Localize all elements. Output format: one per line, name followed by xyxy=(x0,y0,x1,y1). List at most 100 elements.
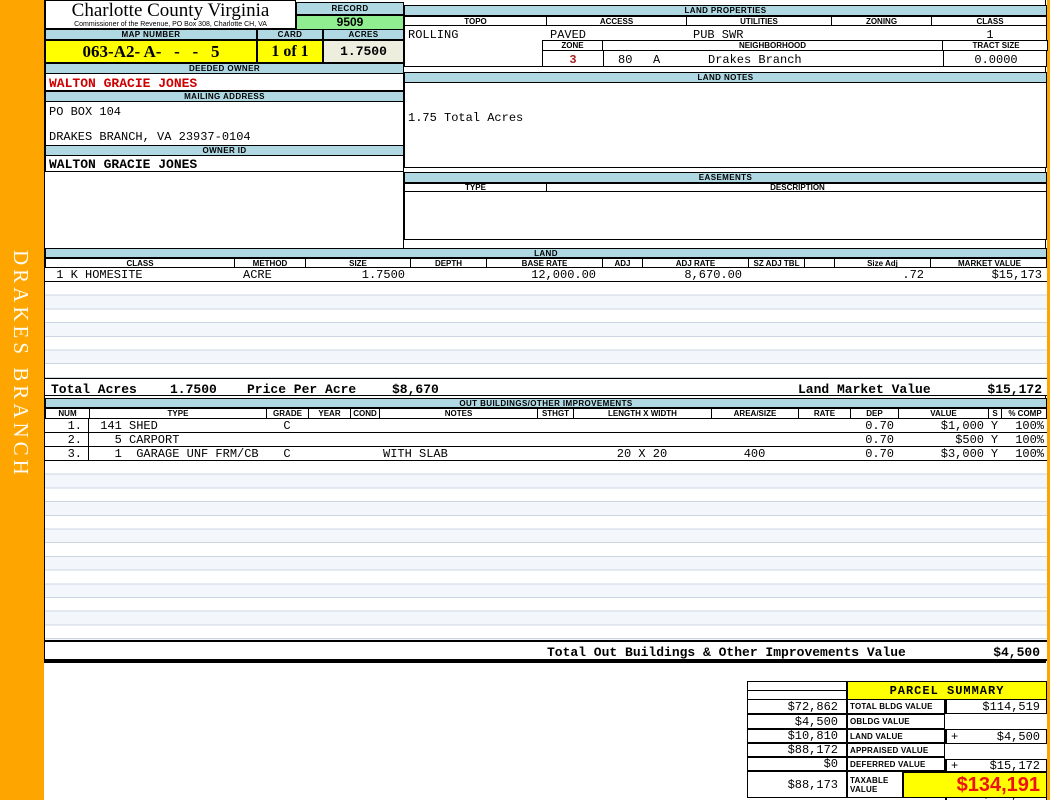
land-properties-headers: TOPO ACCESS UTILITIES ZONING CLASS xyxy=(404,16,1047,26)
ob1-dep: 0.70 xyxy=(865,419,894,433)
zone-col-header: ZONE xyxy=(543,41,603,50)
acres-label: ACRES xyxy=(323,29,404,40)
county-subtitle: Commissioner of the Revenue, PO Box 308,… xyxy=(74,21,267,28)
neighborhood-sub: A xyxy=(653,53,661,67)
land-class-value: 1 K HOMESITE xyxy=(49,267,143,282)
land-col-header-size: SIZE xyxy=(306,259,411,267)
land-col-header-blank xyxy=(805,259,835,267)
mailing-address-box: PO BOX 104 DRAKES BRANCH, VA 23937-0104 xyxy=(45,102,404,145)
ob1-comp: 100% xyxy=(1015,419,1044,433)
summary-prev-land: $10,810 xyxy=(747,729,847,743)
price-per-acre-value: $8,670 xyxy=(392,382,439,397)
land-market-value-total: $15,172 xyxy=(987,382,1042,397)
ob3-area: 400 xyxy=(743,447,766,461)
ob3-s: Y xyxy=(990,447,999,461)
land-totals-row: Total Acres 1.7500 Price Per Acre $8,670… xyxy=(45,378,1047,397)
zone-row-values: 3 80 A Drakes Branch 0.0000 xyxy=(542,51,1048,67)
ob3-notes: WITH SLAB xyxy=(383,447,448,461)
summary-prev-taxable: $88,173 xyxy=(747,771,847,798)
ob-col-header-num: NUM xyxy=(46,409,90,418)
land-properties-body: ROLLING PAVED PUB SWR 1 ZONE NEIGHBORHOO… xyxy=(404,26,1048,67)
deeded-owner-label: DEEDED OWNER xyxy=(45,63,404,74)
land-adj-rate-value: 8,670.00 xyxy=(684,267,742,282)
neighborhood-col-header: NEIGHBORHOOD xyxy=(603,41,943,50)
owner-id-value: WALTON GRACIE JONES xyxy=(45,156,404,172)
owner-id-label: OWNER ID xyxy=(45,145,404,156)
taxable-value-total: $134,191 xyxy=(903,771,1047,798)
outbuilding-row-3: 3. 1 GARAGE UNF FRM/CB C WITH SLAB 20 X … xyxy=(45,447,1047,461)
neighborhood-code: 80 xyxy=(618,53,633,67)
ob2-comp: 100% xyxy=(1015,433,1044,447)
outbuildings-empty-rows xyxy=(45,461,1047,640)
ob2-s: Y xyxy=(990,433,999,447)
ob-col-header-comp: % COMP xyxy=(1008,409,1042,418)
mailing-address-line1: PO BOX 104 xyxy=(49,105,122,119)
easement-desc-col-header: DESCRIPTION xyxy=(770,184,825,191)
summary-label-total-bldg: TOTAL BLDG VALUE xyxy=(847,699,945,714)
left-orange-strip: DRAKES BRANCH xyxy=(0,0,44,800)
summary-label-taxable: TAXABLE VALUE xyxy=(847,771,903,798)
mailing-address-line2: DRAKES BRANCH, VA 23937-0104 xyxy=(49,130,251,144)
ob2-dep: 0.70 xyxy=(865,433,894,447)
record-label: RECORD xyxy=(296,2,404,15)
zone-value: 3 xyxy=(569,53,577,67)
ob1-num: 1. xyxy=(45,419,89,433)
outbuildings-title: OUT BUILDINGS/OTHER IMPROVEMENTS xyxy=(45,398,1047,408)
land-empty-rows xyxy=(45,282,1047,378)
summary-label-land: LAND VALUE xyxy=(847,729,945,743)
land-col-header-size-adj: Size Adj xyxy=(835,259,931,267)
summary-value-obldg: + $4,500 xyxy=(945,729,1047,744)
ob3-num: 3. xyxy=(45,447,89,461)
outbuilding-row-1: 1. 141 SHED C 0.70 $1,000 Y 100% xyxy=(45,419,1047,433)
land-col-header-method: METHOD xyxy=(235,259,306,267)
map-number-label: MAP NUMBER xyxy=(45,29,257,40)
ob-col-header-year: YEAR xyxy=(309,409,351,418)
land-method-value: ACRE xyxy=(243,267,272,282)
zone-divider xyxy=(603,51,604,67)
land-table-title: LAND xyxy=(45,248,1047,258)
land-table-headers: CLASS METHOD SIZE DEPTH BASE RATE ADJ AD… xyxy=(45,258,1047,268)
land-col-header-adj: ADJ xyxy=(603,259,643,267)
ob3-lxw: 20 X 20 xyxy=(616,447,668,461)
owner-block-spacer xyxy=(45,172,404,248)
neighborhood-name: Drakes Branch xyxy=(708,53,802,67)
summary-value-total-bldg: $114,519 xyxy=(945,699,1047,714)
summary-prev-appraised: $88,172 xyxy=(747,743,847,757)
easements-body xyxy=(404,192,1047,240)
ob1-value: $1,000 xyxy=(940,419,984,433)
land-market-value: $15,173 xyxy=(991,267,1042,282)
price-per-acre-label: Price Per Acre xyxy=(247,382,357,397)
ob-col-header-grade: GRADE xyxy=(267,409,309,418)
total-acres-value: 1.7500 xyxy=(170,382,217,397)
summary-sign: + xyxy=(951,729,959,744)
map-number-value: 063-A2- A- - - 5 xyxy=(45,40,257,63)
zone-row-headers: ZONE NEIGHBORHOOD TRACT SIZE xyxy=(542,40,1048,51)
ob-col-header-type: TYPE xyxy=(90,409,267,418)
easements-headers: TYPE DESCRIPTION xyxy=(404,183,1047,192)
card-label: CARD xyxy=(257,29,323,40)
land-notes-box: 1.75 Total Acres xyxy=(404,83,1047,168)
easement-type-col-header: TYPE xyxy=(405,184,547,191)
easements-title: EASEMENTS xyxy=(404,172,1047,183)
parcel-summary-title: PARCEL SUMMARY xyxy=(847,681,1047,700)
ob1-s: Y xyxy=(990,419,999,433)
summary-label-appraised: APPRAISED VALUE xyxy=(847,743,945,757)
ob2-value: $500 xyxy=(955,433,984,447)
ob-col-header-value: VALUE xyxy=(899,409,989,418)
land-base-rate-value: 12,000.00 xyxy=(531,267,596,282)
summary-value-text: $4,500 xyxy=(996,729,1040,744)
outbuildings-headers: NUM TYPE GRADE YEAR COND NOTES STHGT LEN… xyxy=(45,408,1047,419)
ob2-num: 2. xyxy=(45,433,89,447)
ob1-type: 141 SHED xyxy=(93,419,158,433)
land-notes-title: LAND NOTES xyxy=(404,72,1047,83)
record-card-panel: Charlotte County Virginia Commissioner o… xyxy=(44,0,1048,663)
summary-prev-obldg: $4,500 xyxy=(747,714,847,729)
deeded-owner-value: WALTON GRACIE JONES xyxy=(45,74,404,91)
ob3-comp: 100% xyxy=(1015,447,1044,461)
land-notes-text: 1.75 Total Acres xyxy=(408,111,524,125)
summary-value-text: $114,519 xyxy=(982,699,1040,714)
summary-label-deferred: DEFERRED VALUE xyxy=(847,757,945,771)
topo-col-header: TOPO xyxy=(405,17,547,25)
county-title: Charlotte County Virginia xyxy=(71,0,270,21)
tract-size-value: 0.0000 xyxy=(974,53,1018,67)
